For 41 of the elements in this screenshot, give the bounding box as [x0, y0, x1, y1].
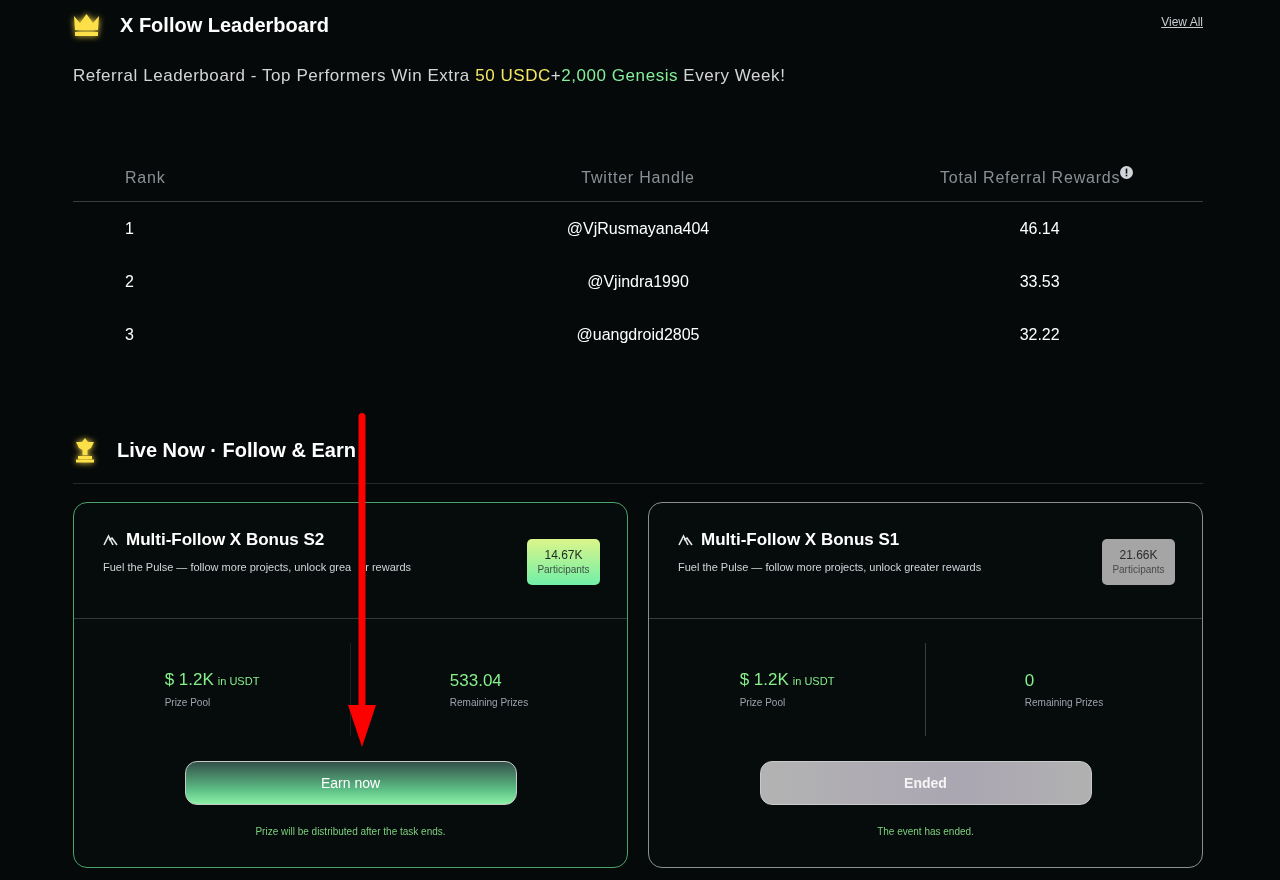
campaign-note: Prize will be distributed after the task ends. — [255, 825, 446, 839]
remaining-prizes-label: Remaining Prizes — [1024, 695, 1104, 710]
remaining-prizes-value: 533.04 — [449, 669, 503, 692]
section-title: Live Now · Follow & Earn — [117, 438, 356, 463]
participants-count: 21.66K — [1119, 547, 1158, 563]
table-cell-text: 1 — [125, 218, 134, 239]
table-cell-text: 32.22 — [1019, 324, 1060, 345]
view-all-link[interactable]: View All — [1161, 13, 1203, 31]
column-header: Total Referral Rewards — [940, 167, 1121, 188]
campaign-note: The event has ended. — [877, 825, 974, 839]
leaderboard-subtitle: Referral Leaderboard - Top Performers Win Extra 50 USDC+2,000 Genesis Every Week! — [73, 65, 786, 87]
participants-label: Participants — [1112, 563, 1165, 577]
participants-label: Participants — [537, 563, 590, 577]
earn-now-button[interactable]: Earn now — [184, 761, 517, 805]
table-cell-text: @uangdroid2805 — [576, 324, 700, 345]
column-header: Twitter Handle — [581, 167, 695, 188]
campaign-description: Fuel the Pulse — follow more projects, unlock greater rewards — [678, 560, 982, 575]
campaign-description: Fuel the Pulse — follow more projects, unlock grea — [103, 560, 352, 575]
campaign-description: r rewards — [365, 560, 412, 575]
column-header: Rank — [124, 167, 166, 188]
info-icon[interactable] — [1120, 165, 1134, 179]
campaign-title: Multi-Follow X Bonus S2 — [126, 529, 325, 551]
peaks-icon — [678, 534, 693, 546]
table-cell-text: 3 — [125, 324, 134, 345]
trophy-icon — [73, 437, 97, 463]
table-cell-text: 2 — [125, 271, 134, 292]
prize-pool-label: Prize Pool — [739, 696, 787, 710]
table-cell-text: @VjRusmayana404 — [566, 218, 710, 239]
campaign-title: Multi-Follow X Bonus S1 — [701, 529, 900, 551]
leaderboard-title: X Follow Leaderboard — [120, 13, 329, 38]
table-cell-text: 33.53 — [1019, 271, 1060, 292]
prize-pool-value: $ 1.2K in USDT — [164, 669, 260, 691]
participants-count: 14.67K — [544, 547, 583, 563]
table-cell-text: 46.14 — [1019, 218, 1060, 239]
remaining-prizes-label: Remaining Prizes — [449, 695, 529, 710]
remaining-prizes-value: 0 — [1024, 669, 1036, 692]
crown-icon — [73, 13, 100, 37]
prize-pool-label: Prize Pool — [164, 696, 212, 710]
peaks-icon — [103, 534, 118, 546]
prize-pool-value: $ 1.2K in USDT — [739, 669, 835, 691]
table-cell-text: @Vjindra1990 — [587, 271, 689, 292]
